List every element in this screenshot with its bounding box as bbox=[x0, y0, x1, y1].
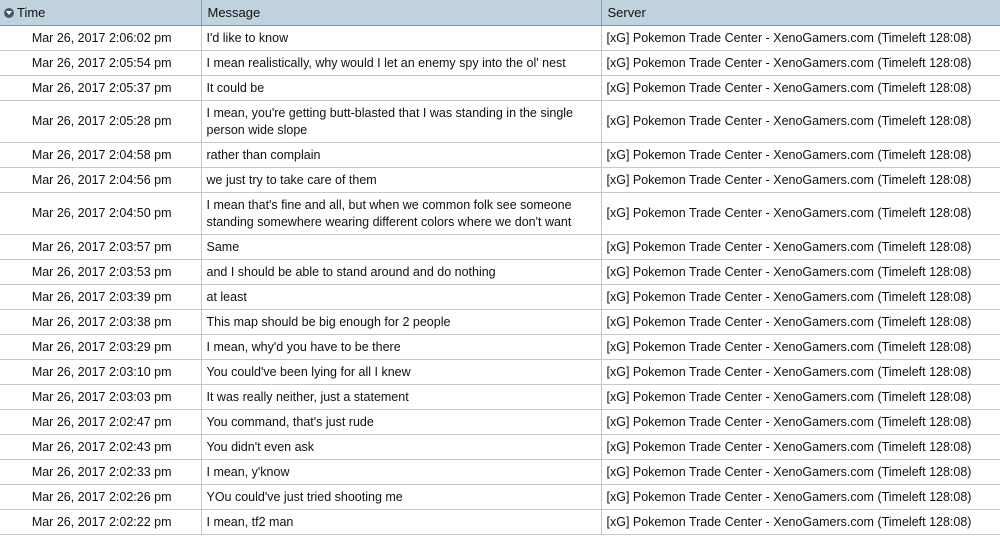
table-row[interactable]: Mar 26, 2017 2:03:10 pm You could've been… bbox=[0, 359, 1000, 385]
table-row[interactable]: Mar 26, 2017 2:02:22 pm I mean, tf2 man [x… bbox=[0, 509, 1000, 535]
time-cell: Mar 26, 2017 2:03:10 pm bbox=[0, 359, 202, 385]
sort-descending-icon[interactable] bbox=[4, 7, 14, 18]
message-cell: You could've been lying for all I knew bbox=[201, 359, 602, 385]
message-cell: This map should be big enough for 2 peop… bbox=[201, 309, 602, 335]
table-row[interactable]: Mar 26, 2017 2:05:37 pm It could be [xG] P… bbox=[0, 75, 1000, 101]
message-cell: You command, that's just rude bbox=[201, 409, 602, 435]
time-cell: Mar 26, 2017 2:02:43 pm bbox=[0, 434, 202, 460]
header-row: Time Message Server bbox=[0, 0, 1000, 26]
server-cell: [xG] Pokemon Trade Center - XenoGamers.c… bbox=[601, 192, 1000, 235]
table-row[interactable]: Mar 26, 2017 2:03:29 pm I mean, why'd you… bbox=[0, 334, 1000, 360]
server-cell: [xG] Pokemon Trade Center - XenoGamers.c… bbox=[601, 234, 1000, 260]
table-row[interactable]: Mar 26, 2017 2:02:47 pm You command, that… bbox=[0, 409, 1000, 435]
time-cell: Mar 26, 2017 2:03:38 pm bbox=[0, 309, 202, 335]
time-column-header[interactable]: Time bbox=[0, 0, 202, 26]
time-cell: Mar 26, 2017 2:02:26 pm bbox=[0, 484, 202, 510]
table-row[interactable]: Mar 26, 2017 2:06:02 pm I'd like to know[… bbox=[0, 25, 1000, 51]
server-cell: [xG] Pokemon Trade Center - XenoGamers.c… bbox=[601, 284, 1000, 310]
table-row[interactable]: Mar 26, 2017 2:03:39 pm at least [xG] Poke… bbox=[0, 284, 1000, 310]
message-cell: and I should be able to stand around and… bbox=[201, 259, 602, 285]
table-row[interactable]: Mar 26, 2017 2:02:26 pm YOu could've just… bbox=[0, 484, 1000, 510]
server-cell: [xG] Pokemon Trade Center - XenoGamers.c… bbox=[601, 100, 1000, 143]
time-cell: Mar 26, 2017 2:04:56 pm bbox=[0, 167, 202, 193]
time-cell: Mar 26, 2017 2:02:33 pm bbox=[0, 459, 202, 485]
table-row[interactable]: Mar 26, 2017 2:05:54 pm I mean realistica… bbox=[0, 50, 1000, 76]
message-column-header[interactable]: Message bbox=[201, 0, 602, 26]
server-cell: [xG] Pokemon Trade Center - XenoGamers.c… bbox=[601, 259, 1000, 285]
message-cell: Same bbox=[201, 234, 602, 260]
server-column-header[interactable]: Server bbox=[601, 0, 1000, 26]
table-body: Mar 26, 2017 2:06:02 pm I'd like to know[… bbox=[0, 25, 1000, 535]
table-row[interactable]: Mar 26, 2017 2:03:57 pm Same [xG] Pokemon … bbox=[0, 234, 1000, 260]
time-cell: Mar 26, 2017 2:03:53 pm bbox=[0, 259, 202, 285]
message-cell: I mean that's fine and all, but when we … bbox=[201, 192, 602, 235]
server-cell: [xG] Pokemon Trade Center - XenoGamers.c… bbox=[601, 309, 1000, 335]
server-cell: [xG] Pokemon Trade Center - XenoGamers.c… bbox=[601, 484, 1000, 510]
chat-log-table: Time Message Server Mar 26, 2017 2:06:02… bbox=[0, 0, 1000, 535]
table-row[interactable]: Mar 26, 2017 2:02:33 pm I mean, y'know [xG… bbox=[0, 459, 1000, 485]
time-cell: Mar 26, 2017 2:03:03 pm bbox=[0, 384, 202, 410]
message-cell: I mean, tf2 man bbox=[201, 509, 602, 535]
message-cell: I mean, you're getting butt-blasted that… bbox=[201, 100, 602, 143]
message-cell: I mean, y'know bbox=[201, 459, 602, 485]
server-cell: [xG] Pokemon Trade Center - XenoGamers.c… bbox=[601, 384, 1000, 410]
table-row[interactable]: Mar 26, 2017 2:03:53 pm and I should be a… bbox=[0, 259, 1000, 285]
time-cell: Mar 26, 2017 2:03:57 pm bbox=[0, 234, 202, 260]
table-row[interactable]: Mar 26, 2017 2:03:38 pm This map should b… bbox=[0, 309, 1000, 335]
server-cell: [xG] Pokemon Trade Center - XenoGamers.c… bbox=[601, 359, 1000, 385]
server-cell: [xG] Pokemon Trade Center - XenoGamers.c… bbox=[601, 334, 1000, 360]
time-cell: Mar 26, 2017 2:04:50 pm bbox=[0, 192, 202, 235]
server-cell: [xG] Pokemon Trade Center - XenoGamers.c… bbox=[601, 25, 1000, 51]
message-cell: I mean realistically, why would I let an… bbox=[201, 50, 602, 76]
table-row[interactable]: Mar 26, 2017 2:03:03 pm It was really nei… bbox=[0, 384, 1000, 410]
time-cell: Mar 26, 2017 2:05:28 pm bbox=[0, 100, 202, 143]
server-cell: [xG] Pokemon Trade Center - XenoGamers.c… bbox=[601, 459, 1000, 485]
message-cell: You didn't even ask bbox=[201, 434, 602, 460]
time-cell: Mar 26, 2017 2:02:22 pm bbox=[0, 509, 202, 535]
server-column-label: Server bbox=[607, 5, 646, 20]
server-cell: [xG] Pokemon Trade Center - XenoGamers.c… bbox=[601, 434, 1000, 460]
server-cell: [xG] Pokemon Trade Center - XenoGamers.c… bbox=[601, 409, 1000, 435]
table-row[interactable]: Mar 26, 2017 2:05:28 pm I mean, you're ge… bbox=[0, 100, 1000, 143]
message-column-label: Message bbox=[207, 5, 261, 20]
server-cell: [xG] Pokemon Trade Center - XenoGamers.c… bbox=[601, 167, 1000, 193]
server-cell: [xG] Pokemon Trade Center - XenoGamers.c… bbox=[601, 50, 1000, 76]
table-row[interactable]: Mar 26, 2017 2:02:43 pm You didn't even a… bbox=[0, 434, 1000, 460]
table-row[interactable]: Mar 26, 2017 2:04:50 pm I mean that's fin… bbox=[0, 192, 1000, 235]
message-cell: at least bbox=[201, 284, 602, 310]
time-cell: Mar 26, 2017 2:06:02 pm bbox=[0, 25, 202, 51]
message-cell: YOu could've just tried shooting me bbox=[201, 484, 602, 510]
time-cell: Mar 26, 2017 2:05:37 pm bbox=[0, 75, 202, 101]
server-cell: [xG] Pokemon Trade Center - XenoGamers.c… bbox=[601, 142, 1000, 168]
time-cell: Mar 26, 2017 2:02:47 pm bbox=[0, 409, 202, 435]
server-cell: [xG] Pokemon Trade Center - XenoGamers.c… bbox=[601, 75, 1000, 101]
message-cell: I'd like to know bbox=[201, 25, 602, 51]
server-cell: [xG] Pokemon Trade Center - XenoGamers.c… bbox=[601, 509, 1000, 535]
time-cell: Mar 26, 2017 2:04:58 pm bbox=[0, 142, 202, 168]
table-row[interactable]: Mar 26, 2017 2:04:58 pm rather than compl… bbox=[0, 142, 1000, 168]
time-column-label: Time bbox=[17, 5, 46, 20]
message-cell: It could be bbox=[201, 75, 602, 101]
message-cell: we just try to take care of them bbox=[201, 167, 602, 193]
message-cell: I mean, why'd you have to be there bbox=[201, 334, 602, 360]
message-cell: It was really neither, just a statement bbox=[201, 384, 602, 410]
time-cell: Mar 26, 2017 2:05:54 pm bbox=[0, 50, 202, 76]
table-header: Time Message Server bbox=[0, 0, 1000, 26]
table-row[interactable]: Mar 26, 2017 2:04:56 pm we just try to ta… bbox=[0, 167, 1000, 193]
message-cell: rather than complain bbox=[201, 142, 602, 168]
time-cell: Mar 26, 2017 2:03:29 pm bbox=[0, 334, 202, 360]
time-cell: Mar 26, 2017 2:03:39 pm bbox=[0, 284, 202, 310]
